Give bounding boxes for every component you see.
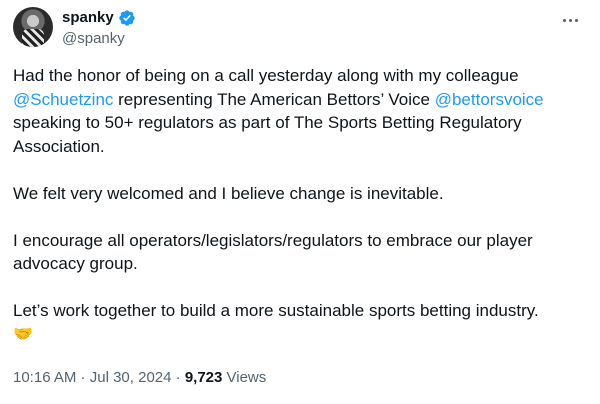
author-name[interactable]: spanky bbox=[62, 8, 114, 28]
name-row: spanky bbox=[62, 8, 136, 28]
mention-schuetzinc[interactable]: @Schuetzinc bbox=[13, 90, 113, 109]
meta-separator: · bbox=[171, 369, 185, 386]
verified-badge-icon bbox=[119, 10, 135, 26]
tweet-paragraph-3: I encourage all operators/legislators/re… bbox=[13, 230, 533, 274]
tweet-card: spanky @spanky Had the honor of being on… bbox=[0, 0, 600, 404]
tweet-text-segment: Had the honor of being on a call yesterd… bbox=[13, 66, 519, 85]
handshake-emoji: 🤝 bbox=[13, 325, 33, 343]
avatar-figure bbox=[22, 29, 44, 47]
tweet-paragraph-4: Let’s work together to build a more sust… bbox=[13, 301, 539, 320]
avatar[interactable] bbox=[13, 7, 53, 47]
views-count: 9,723 bbox=[184, 369, 223, 386]
mention-bettorsvoice[interactable]: @bettorsvoice bbox=[435, 90, 544, 109]
tweet-paragraph-1: Had the honor of being on a call yesterd… bbox=[13, 64, 588, 158]
tweet-text-segment: representing The American Bettors’ Voice bbox=[113, 89, 435, 109]
tweet-paragraph-2: We felt very welcomed and I believe chan… bbox=[13, 183, 444, 203]
tweet-date[interactable]: Jul 30, 2024 bbox=[90, 369, 172, 386]
author-handle[interactable]: @spanky bbox=[62, 29, 136, 49]
tweet-time[interactable]: 10:16 AM bbox=[13, 369, 76, 386]
tweet-meta: 10:16 AM · Jul 30, 2024 · 9,723 Views bbox=[13, 369, 266, 386]
meta-separator: · bbox=[76, 369, 90, 386]
views-label: Views bbox=[222, 369, 267, 386]
more-options-icon[interactable] bbox=[558, 10, 582, 30]
tweet-header: spanky @spanky bbox=[62, 8, 136, 49]
tweet-text: Had the honor of being on a call yesterd… bbox=[13, 64, 588, 346]
tweet-text-segment: speaking to 50+ regulators as part of Th… bbox=[13, 113, 522, 156]
